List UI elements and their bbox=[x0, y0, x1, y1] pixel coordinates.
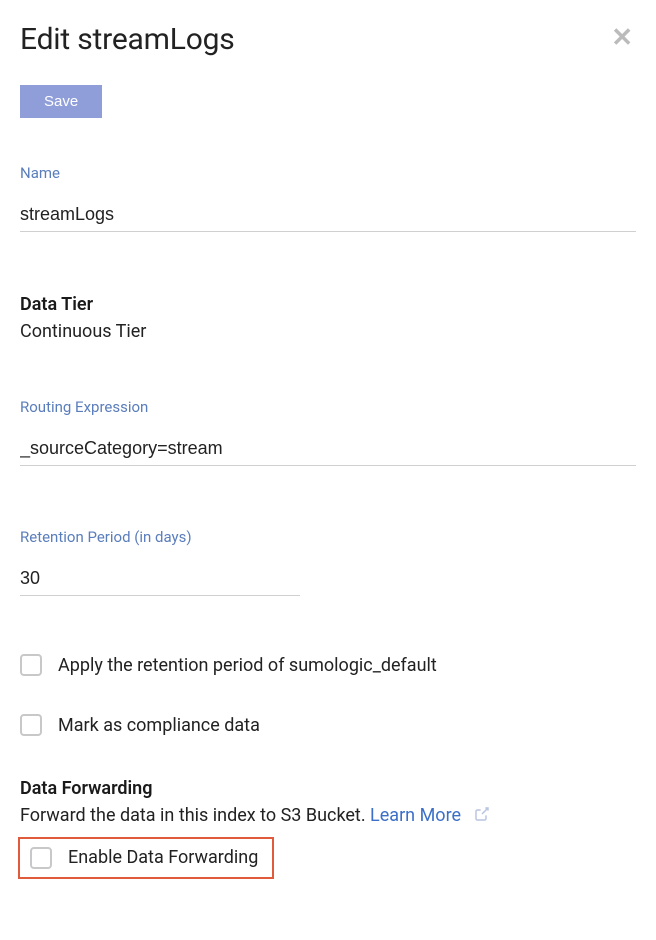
learn-more-link[interactable]: Learn More bbox=[370, 805, 461, 826]
data-tier-heading: Data Tier bbox=[20, 294, 636, 315]
routing-label: Routing Expression bbox=[20, 398, 636, 416]
data-tier-value: Continuous Tier bbox=[20, 321, 636, 342]
data-forwarding-heading: Data Forwarding bbox=[20, 778, 636, 799]
compliance-label: Mark as compliance data bbox=[58, 715, 260, 736]
retention-input[interactable] bbox=[20, 566, 300, 596]
enable-forwarding-highlight: Enable Data Forwarding bbox=[18, 837, 274, 879]
compliance-row: Mark as compliance data bbox=[20, 714, 636, 736]
name-input[interactable] bbox=[20, 202, 636, 232]
routing-input[interactable] bbox=[20, 436, 636, 466]
retention-field-block: Retention Period (in days) bbox=[20, 528, 636, 596]
retention-label: Retention Period (in days) bbox=[20, 528, 636, 546]
compliance-checkbox[interactable] bbox=[20, 714, 42, 736]
save-button[interactable]: Save bbox=[20, 85, 102, 118]
data-tier-block: Data Tier Continuous Tier bbox=[20, 294, 636, 342]
apply-default-row: Apply the retention period of sumologic_… bbox=[20, 654, 636, 676]
page-title: Edit streamLogs bbox=[20, 22, 235, 57]
name-field-block: Name bbox=[20, 164, 636, 232]
data-forwarding-description: Forward the data in this index to S3 Buc… bbox=[20, 805, 636, 827]
name-label: Name bbox=[20, 164, 636, 182]
apply-default-checkbox[interactable] bbox=[20, 654, 42, 676]
data-forwarding-block: Data Forwarding Forward the data in this… bbox=[20, 778, 636, 879]
enable-forwarding-checkbox[interactable] bbox=[30, 847, 52, 869]
routing-field-block: Routing Expression bbox=[20, 398, 636, 466]
enable-forwarding-label: Enable Data Forwarding bbox=[68, 847, 258, 868]
close-icon[interactable]: ✕ bbox=[608, 22, 636, 54]
forwarding-desc-text: Forward the data in this index to S3 Buc… bbox=[20, 805, 370, 826]
external-link-icon[interactable] bbox=[474, 806, 490, 827]
apply-default-label: Apply the retention period of sumologic_… bbox=[58, 655, 437, 676]
